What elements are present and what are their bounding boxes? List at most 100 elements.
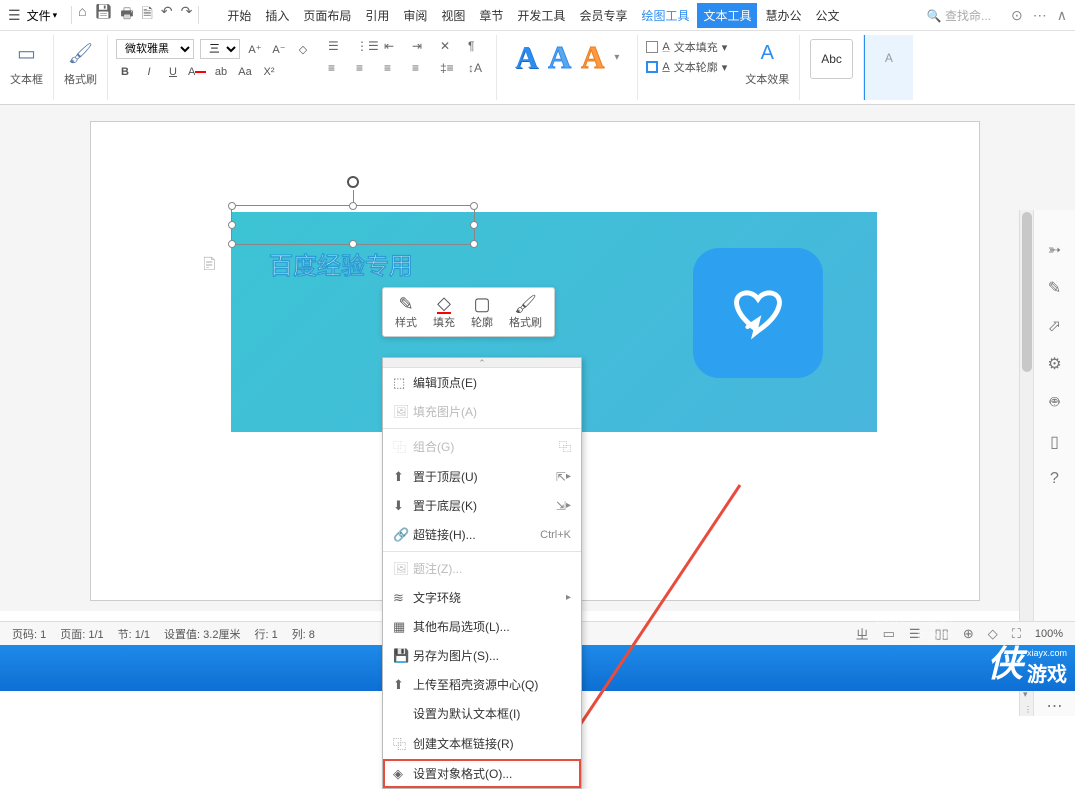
page-indicator[interactable]: 页面: 1/1: [60, 626, 103, 642]
indent-inc-icon[interactable]: ⇥: [412, 39, 432, 55]
case-button[interactable]: Aa: [236, 63, 254, 81]
print-icon[interactable]: 🖶: [120, 3, 133, 27]
menu-item[interactable]: ≋文字环绕▸: [383, 583, 581, 612]
font-color-button[interactable]: A: [188, 63, 206, 81]
align-right-icon[interactable]: ≡: [384, 61, 404, 77]
tab-review[interactable]: 审阅: [397, 3, 433, 28]
tab-insert[interactable]: 插入: [259, 3, 295, 28]
align-justify-icon[interactable]: ≡: [412, 61, 432, 77]
menu-handle[interactable]: ⌃: [383, 358, 581, 368]
para-icon[interactable]: ¶: [468, 39, 488, 55]
menu-item[interactable]: 🔗超链接(H)...Ctrl+K: [383, 520, 581, 549]
fill-button[interactable]: ◇填充: [425, 292, 463, 332]
settings-icon[interactable]: ⚙︎: [1047, 354, 1061, 374]
more-icon[interactable]: ⋯: [1047, 696, 1063, 716]
abc-style-button[interactable]: Abc: [810, 39, 853, 79]
menu-item[interactable]: 设置为默认文本框(I): [383, 699, 581, 728]
align-left-icon[interactable]: ≡: [328, 61, 348, 77]
superscript-button[interactable]: X²: [260, 63, 278, 81]
resize-handle[interactable]: [228, 221, 236, 229]
tab-layout[interactable]: 页面布局: [297, 3, 357, 28]
menu-item[interactable]: ◈设置对象格式(O)...: [383, 759, 581, 788]
text-effect-button[interactable]: A 文本效果: [745, 39, 789, 87]
preview-icon[interactable]: 🗎: [142, 3, 153, 27]
collapse-icon[interactable]: ∧: [1057, 7, 1067, 24]
italic-button[interactable]: I: [140, 63, 158, 81]
textbox-button[interactable]: ▭ 文本框: [10, 39, 43, 87]
page-code[interactable]: 页码: 1: [12, 626, 46, 642]
tab-gongwen[interactable]: 公文: [810, 3, 846, 28]
resize-handle[interactable]: [470, 202, 478, 210]
tab-start[interactable]: 开始: [221, 3, 257, 28]
file-menu[interactable]: 文件 ▾: [27, 7, 58, 24]
highlight-button[interactable]: ab: [212, 63, 230, 81]
select-icon[interactable]: ⬀: [1048, 316, 1061, 336]
tab-view[interactable]: 视图: [435, 3, 471, 28]
direction-icon[interactable]: ↕A: [468, 61, 488, 77]
pen-icon[interactable]: ✎: [1048, 278, 1061, 298]
underline-button[interactable]: U: [164, 63, 182, 81]
clear-format-icon[interactable]: ◇: [294, 40, 312, 58]
search-command[interactable]: 🔍 查找命...: [927, 7, 991, 24]
help-icon[interactable]: ?: [1050, 470, 1059, 488]
resize-handle[interactable]: [349, 202, 357, 210]
menu-item[interactable]: ⬚编辑顶点(E): [383, 368, 581, 397]
indent-dec-icon[interactable]: ⇤: [384, 39, 404, 55]
spacing-icon[interactable]: ✕: [440, 39, 460, 55]
rotate-handle[interactable]: [347, 176, 359, 188]
line-spacing-icon[interactable]: ‡≡: [440, 61, 460, 77]
menu-item[interactable]: 💾另存为图片(S)...: [383, 641, 581, 670]
resize-handle[interactable]: [470, 240, 478, 248]
align-center-icon[interactable]: ≡: [356, 61, 376, 77]
more-icon[interactable]: ⋯: [1033, 7, 1047, 24]
book-icon[interactable]: ▯: [1050, 432, 1059, 452]
bold-button[interactable]: B: [116, 63, 134, 81]
menu-item[interactable]: ⬆置于顶层(U)⇱▸: [383, 462, 581, 491]
abc-style-button-2[interactable]: A: [875, 39, 903, 77]
tab-huiban[interactable]: 慧办公: [759, 3, 807, 28]
redo-icon[interactable]: ↷: [181, 3, 193, 27]
wordart-style-3[interactable]: A: [581, 39, 604, 76]
tab-reference[interactable]: 引用: [359, 3, 395, 28]
menu-item[interactable]: ⿻创建文本框链接(R): [383, 728, 581, 759]
resize-handle[interactable]: [349, 240, 357, 248]
cloud-icon[interactable]: ⊙: [1011, 7, 1023, 24]
textbox-selection[interactable]: [231, 205, 475, 245]
grow-font-icon[interactable]: A⁺: [246, 40, 264, 58]
resize-handle[interactable]: [470, 221, 478, 229]
menu-item[interactable]: ⬆上传至稻壳资源中心(Q): [383, 670, 581, 699]
text-fill-button[interactable]: A 文本填充 ▾: [646, 39, 727, 55]
wordart-style-1[interactable]: A: [515, 39, 538, 76]
shrink-font-icon[interactable]: A⁻: [270, 40, 288, 58]
hamburger-icon[interactable]: ☰: [8, 7, 21, 24]
style-button[interactable]: ✎样式: [387, 292, 425, 332]
menu-item[interactable]: ▦其他布局选项(L)...: [383, 612, 581, 641]
view-web-icon[interactable]: ⊕: [963, 626, 974, 642]
section-indicator[interactable]: 节: 1/1: [118, 626, 150, 642]
tab-text-tools[interactable]: 文本工具: [697, 3, 757, 28]
resize-handle[interactable]: [228, 240, 236, 248]
wordart-more-icon[interactable]: ▾: [614, 52, 619, 63]
painter-button[interactable]: 🖌格式刷: [501, 292, 550, 332]
undo-icon[interactable]: ↶: [161, 3, 173, 27]
numbering-icon[interactable]: ⋮☰: [356, 39, 376, 55]
menu-item[interactable]: ⬇置于底层(K)⇲▸: [383, 491, 581, 520]
wordart-style-2[interactable]: A: [548, 39, 571, 76]
robot-icon[interactable]: 🤖︎: [1050, 392, 1060, 414]
tab-drawing[interactable]: 绘图工具: [635, 3, 695, 28]
outline-button[interactable]: ▢轮廓: [463, 292, 501, 332]
save-icon[interactable]: 💾︎: [95, 3, 113, 27]
scroll-menu-icon[interactable]: ⋮: [1024, 705, 1032, 714]
bullets-icon[interactable]: ☰: [328, 39, 348, 55]
input-mode-icon[interactable]: ㄓ: [856, 624, 869, 643]
tab-member[interactable]: 会员专享: [573, 3, 633, 28]
format-painter-button[interactable]: 🖌 格式刷: [64, 39, 97, 87]
tab-section[interactable]: 章节: [473, 3, 509, 28]
home-icon[interactable]: ⌂: [78, 3, 86, 27]
font-name-select[interactable]: 微软雅黑: [116, 39, 194, 59]
text-outline-button[interactable]: A 文本轮廓 ▾: [646, 59, 727, 75]
scrollbar-thumb[interactable]: [1022, 212, 1032, 372]
font-size-select[interactable]: 三号: [200, 39, 240, 59]
resize-handle[interactable]: [228, 202, 236, 210]
tab-dev[interactable]: 开发工具: [511, 3, 571, 28]
